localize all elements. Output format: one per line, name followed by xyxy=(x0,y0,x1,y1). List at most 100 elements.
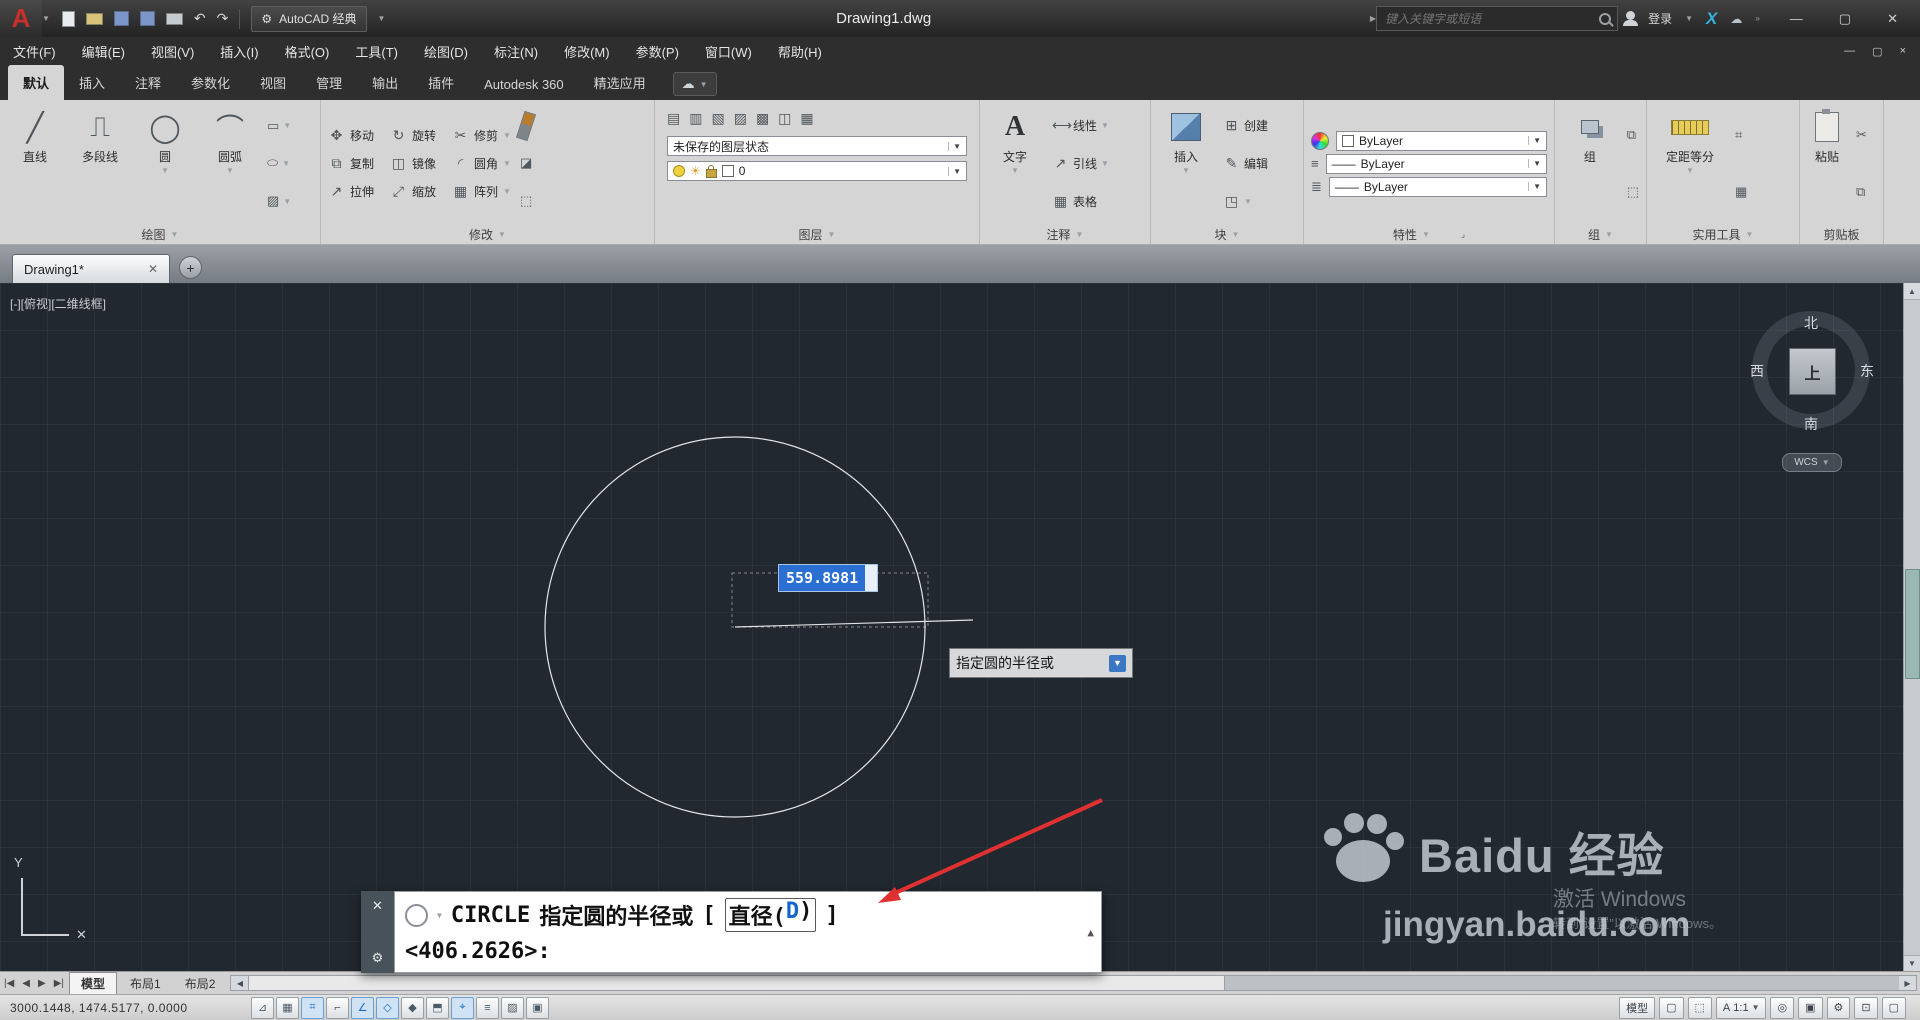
menu-modify[interactable]: 修改(M) xyxy=(551,37,623,66)
tool-measure[interactable]: 定距等分 ▼ xyxy=(1654,105,1726,222)
compass-north-label[interactable]: 北 xyxy=(1804,313,1818,333)
layer-prev-icon[interactable]: ▦ xyxy=(800,110,813,127)
search-icon[interactable] xyxy=(1599,12,1612,25)
toggle-dynamic-ucs[interactable]: ⬒ xyxy=(426,996,449,1019)
tool-ellipse[interactable]: ⬭ ▼ xyxy=(267,154,291,172)
search-input[interactable] xyxy=(1383,10,1594,27)
plot-button[interactable] xyxy=(165,8,183,30)
tool-rectangle[interactable]: ▭ ▼ xyxy=(267,117,291,135)
toolbar-lock-button[interactable]: ⊡ xyxy=(1854,996,1878,1019)
drawing-canvas[interactable]: [-][俯视][二维线框] 559.8981 指定圆的半径或 ▼ 北 西 东 南… xyxy=(0,283,1920,971)
tab-parametric[interactable]: 参数化 xyxy=(176,65,245,100)
command-line-area[interactable]: ▼ CIRCLE 指定圆的半径或 [ 直径(D) ] <406.2626>: ▲ xyxy=(394,891,1102,973)
tool-block-attributes[interactable]: ◳ ▼ xyxy=(1223,192,1268,210)
tab-layout1[interactable]: 布局1 xyxy=(119,973,172,994)
layer-isolate-icon[interactable]: ▧ xyxy=(711,110,724,127)
toggle-quick-properties[interactable]: ▣ xyxy=(526,996,549,1019)
layer-freeze-icon[interactable]: ▨ xyxy=(734,110,747,127)
lineweight-icon[interactable]: ≡ xyxy=(1311,156,1319,171)
toggle-snap-mode[interactable]: ▦ xyxy=(276,996,299,1019)
help-search[interactable] xyxy=(1376,6,1619,31)
tool-rotate[interactable]: ↻ 旋转 xyxy=(390,123,436,148)
panel-properties-footer[interactable]: 特性 ▼ ⌟ xyxy=(1304,224,1554,244)
tab-home[interactable]: 默认 xyxy=(8,65,65,100)
tool-copy[interactable]: ⧉ 复制 xyxy=(328,151,375,176)
command-customize-icon[interactable]: ⚙ xyxy=(372,950,384,966)
layer-off-icon[interactable]: ▥ xyxy=(689,110,702,127)
panel-layers-footer[interactable]: 图层 ▼ xyxy=(655,224,979,244)
new-file-button[interactable] xyxy=(61,8,75,30)
quick-view-layouts-button[interactable]: ▢ xyxy=(1659,996,1684,1019)
tool-group[interactable]: 组 xyxy=(1562,105,1618,222)
tool-edit-block[interactable]: ✎ 编辑 xyxy=(1223,154,1268,172)
coordinate-readout[interactable]: 3000.1448, 1474.5177, 0.0000 xyxy=(0,1001,250,1015)
menu-help[interactable]: 帮助(H) xyxy=(765,37,835,66)
tab-annotate[interactable]: 注释 xyxy=(120,65,176,100)
toggle-ortho-mode[interactable]: ⌐ xyxy=(326,996,349,1019)
layer-properties-icon[interactable]: ▤ xyxy=(667,110,680,127)
layer-state-dropdown[interactable]: 未保存的图层状态 ▼ xyxy=(667,136,967,156)
scroll-left-icon[interactable]: ◀ xyxy=(231,976,249,990)
tool-array[interactable]: ▦ 阵列 ▼ xyxy=(452,179,511,204)
vertical-scrollbar[interactable]: ▲ ▼ xyxy=(1903,283,1920,971)
tool-trim[interactable]: ✂ 修剪 ▼ xyxy=(452,123,511,148)
scroll-up-icon[interactable]: ▲ xyxy=(1904,283,1920,300)
tool-calculator[interactable]: ▦ xyxy=(1735,183,1747,201)
scroll-right-icon[interactable]: ▶ xyxy=(1899,976,1916,990)
tab-next-icon[interactable]: ▶ xyxy=(34,978,50,989)
annotation-visibility-button[interactable]: ◎ xyxy=(1770,996,1795,1019)
object-color-dropdown[interactable]: ByLayer ▼ xyxy=(1336,130,1547,151)
menu-edit[interactable]: 编辑(E) xyxy=(69,37,138,66)
panel-expander-icon[interactable]: ⌟ xyxy=(1461,229,1465,240)
workspace-switcher[interactable]: ⚙ AutoCAD 经典 xyxy=(251,5,367,32)
caret-down-icon[interactable]: ▼ xyxy=(437,911,442,920)
doc-minimize-button[interactable]: — xyxy=(1844,45,1855,58)
scroll-down-icon[interactable]: ▼ xyxy=(1904,955,1920,971)
tool-move[interactable]: ✥ 移动 xyxy=(328,123,374,148)
toggle-transparency[interactable]: ▨ xyxy=(501,996,524,1019)
autocad-logo[interactable]: A xyxy=(0,0,42,37)
panel-clipboard-footer[interactable]: 剪贴板 xyxy=(1800,224,1883,244)
tab-close-icon[interactable]: ✕ xyxy=(148,262,158,276)
tool-paste[interactable]: 粘贴 xyxy=(1807,105,1847,222)
menu-format[interactable]: 格式(O) xyxy=(272,37,343,66)
layer-dropdown[interactable]: ☀ 0 ▼ xyxy=(667,161,967,181)
overflow-caret-icon[interactable]: » xyxy=(1755,14,1759,23)
workspace-switch-gear-button[interactable]: ⚙ xyxy=(1826,996,1851,1019)
tab-prev-icon[interactable]: ◀ xyxy=(18,978,34,989)
open-button[interactable] xyxy=(85,8,103,30)
close-button[interactable]: ✕ xyxy=(1887,11,1898,27)
workspace-caret-icon[interactable]: ▼ xyxy=(378,14,386,23)
new-drawing-tab-button[interactable]: + xyxy=(179,256,202,279)
tab-layout2[interactable]: 布局2 xyxy=(174,973,227,994)
save-as-button[interactable] xyxy=(139,8,155,30)
compass-east-label[interactable]: 东 xyxy=(1860,361,1874,381)
doc-restore-button[interactable]: ▢ xyxy=(1872,45,1882,58)
tab-last-icon[interactable]: ▶| xyxy=(50,978,68,989)
exchange-apps-icon[interactable]: X xyxy=(1706,9,1717,29)
toggle-polar-tracking[interactable]: ∠ xyxy=(351,996,374,1019)
linetype-dropdown[interactable]: —— ByLayer ▼ xyxy=(1328,176,1547,197)
tab-manage[interactable]: 管理 xyxy=(301,65,357,100)
panel-draw-footer[interactable]: 绘图 ▼ xyxy=(0,224,320,244)
command-history-expand-icon[interactable]: ▲ xyxy=(1087,926,1094,939)
tool-arc[interactable]: ⌒ 圆弧 ▼ xyxy=(202,105,258,222)
menu-file[interactable]: 文件(F) xyxy=(0,37,69,66)
sign-in-button[interactable]: 登录 xyxy=(1648,10,1672,27)
compass-west-label[interactable]: 西 xyxy=(1750,361,1764,381)
option-diameter[interactable]: 直径(D) xyxy=(724,898,817,932)
toggle-dynamic-input[interactable]: ⌖ xyxy=(451,996,474,1019)
tool-match-properties[interactable] xyxy=(516,110,537,141)
doc-close-button[interactable]: × xyxy=(1900,45,1906,58)
command-window-grip[interactable]: ✕ ⚙ xyxy=(361,891,394,973)
tool-fillet[interactable]: ◜ 圆角 ▼ xyxy=(452,151,511,176)
tool-leader[interactable]: ↗ 引线 ▼ xyxy=(1052,154,1109,172)
tool-line[interactable]: ╱ 直线 xyxy=(7,105,63,222)
tool-polyline[interactable]: ⎍ 多段线 xyxy=(72,105,128,222)
menu-dimension[interactable]: 标注(N) xyxy=(481,37,551,66)
horizontal-scrollbar[interactable]: ◀ ▶ xyxy=(230,975,1917,991)
menu-tools[interactable]: 工具(T) xyxy=(342,37,411,66)
tool-cut[interactable]: ✂ xyxy=(1856,126,1867,144)
tool-insert-block[interactable]: 插入 ▼ xyxy=(1158,105,1214,222)
layer-lock-icon[interactable]: ▩ xyxy=(756,110,769,127)
